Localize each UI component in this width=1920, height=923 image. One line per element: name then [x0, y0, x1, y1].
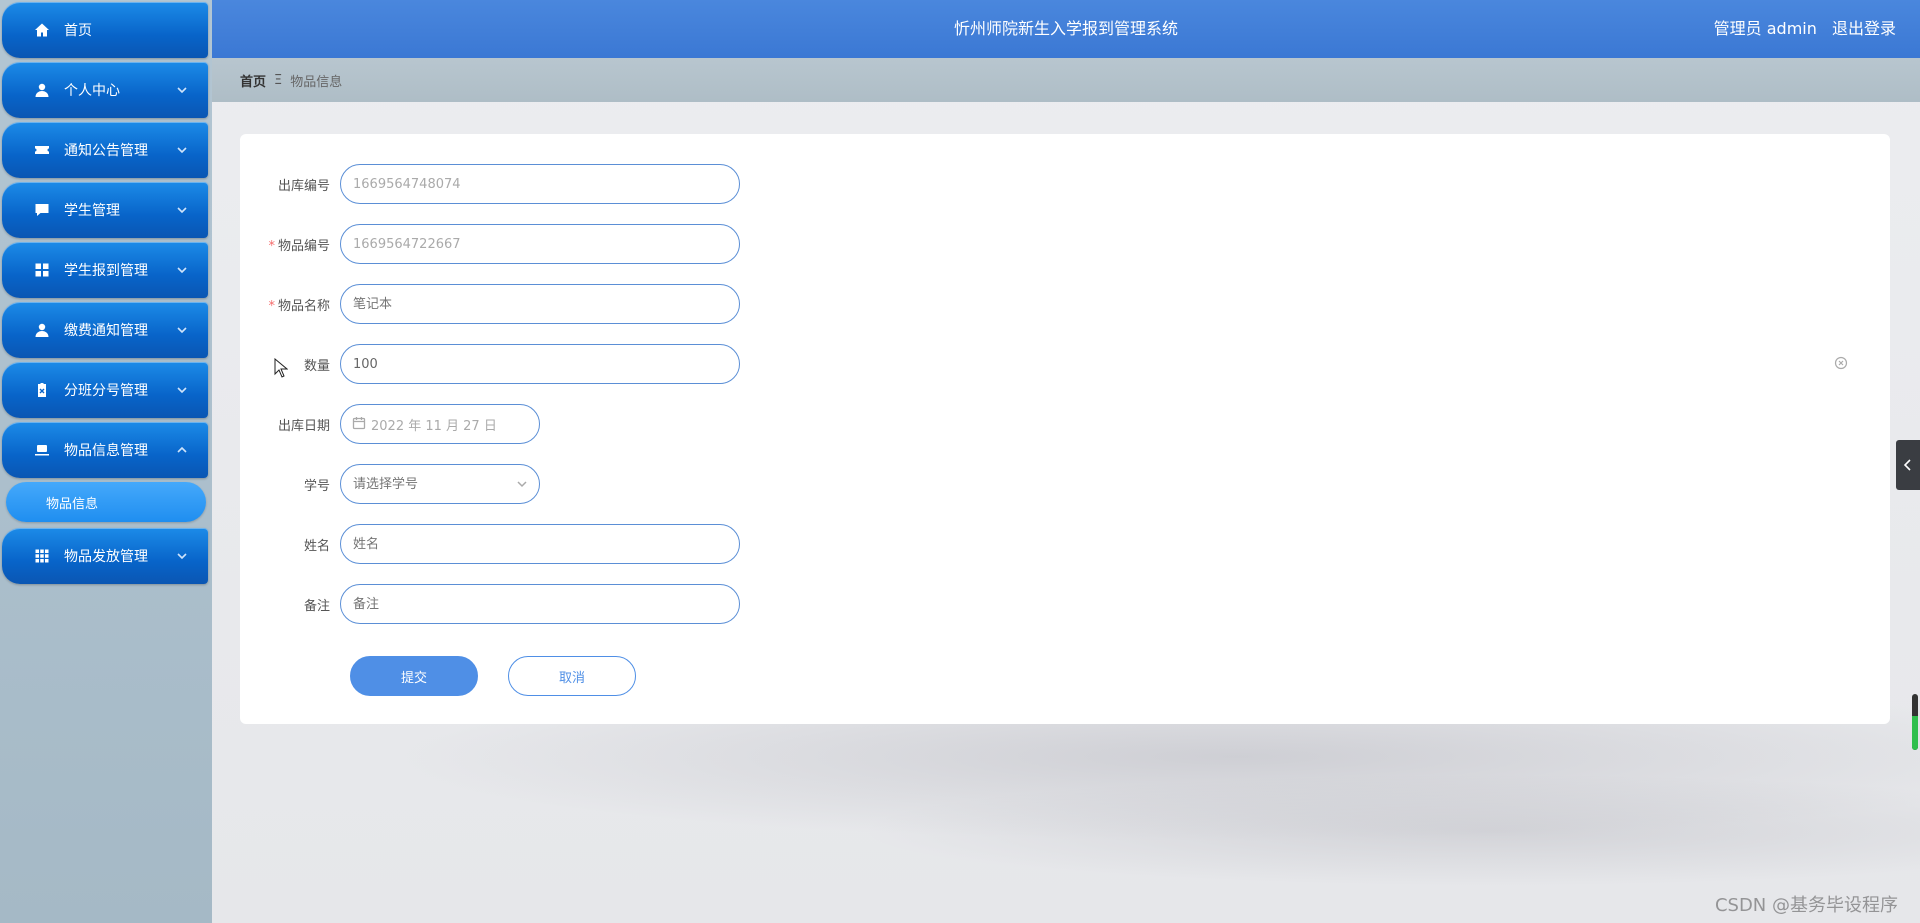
laptop-icon: [34, 442, 50, 458]
breadcrumb-home[interactable]: 首页: [240, 71, 266, 90]
sidebar-item-registration-management[interactable]: 学生报到管理: [2, 242, 208, 298]
calendar-icon: [352, 416, 366, 430]
breadcrumb-separator: Ξ: [274, 72, 283, 88]
date-picker[interactable]: [340, 404, 540, 444]
chevron-down-icon: [176, 204, 188, 216]
item-name-label: * 物品名称: [268, 298, 330, 314]
apps-icon: [34, 548, 50, 564]
sidebar-item-home[interactable]: 首页: [2, 2, 208, 58]
outbound-date-input[interactable]: [340, 404, 540, 444]
chat-icon: [34, 202, 50, 218]
sidebar-item-label: 缴费通知管理: [64, 323, 148, 339]
student-id-select[interactable]: [340, 464, 540, 504]
sidebar-item-notice-management[interactable]: 通知公告管理: [2, 122, 208, 178]
current-user: 管理员 admin: [1713, 19, 1817, 38]
logout-link[interactable]: 退出登录: [1832, 19, 1896, 38]
sidebar-item-label: 通知公告管理: [64, 143, 148, 159]
sidebar-item-label: 个人中心: [64, 83, 120, 99]
mouse-cursor-icon: [274, 358, 288, 378]
top-header: 忻州师院新生入学报到管理系统 管理员 admin 退出登录: [212, 0, 1920, 58]
cancel-button[interactable]: 取消: [508, 656, 636, 696]
form-row-outbound-no: 出库编号: [240, 164, 740, 204]
student-id-input[interactable]: [340, 464, 540, 504]
chevron-down-icon: [176, 324, 188, 336]
breadcrumb-current: 物品信息: [290, 74, 343, 90]
clear-icon[interactable]: [1834, 356, 1848, 370]
chevron-up-icon: [176, 444, 188, 456]
user-icon: [34, 82, 50, 98]
sidebar-item-payment-notice-management[interactable]: 缴费通知管理: [2, 302, 208, 358]
sidebar-item-label: 物品发放管理: [64, 549, 148, 565]
remark-label: 备注: [303, 598, 330, 614]
submenu-item-info[interactable]: 物品信息: [6, 482, 206, 522]
remark-input[interactable]: [340, 584, 740, 624]
sidebar-item-label: 首页: [64, 23, 92, 39]
sidebar-item-item-distribution-management[interactable]: 物品发放管理: [2, 528, 208, 584]
form-row-item-name: * 物品名称: [240, 284, 740, 324]
form-row-name: 姓名: [240, 524, 740, 564]
form-card: 出库编号 *物品编号 *物品名称 数量 出库日期 学号 姓名 备注 提: [240, 134, 1890, 724]
chevron-down-icon: [176, 384, 188, 396]
quantity-label: 数量: [303, 358, 330, 374]
item-no-input[interactable]: [340, 224, 740, 264]
outbound-no-input[interactable]: [340, 164, 740, 204]
sidebar-item-label: 分班分号管理: [64, 383, 148, 399]
breadcrumb: 首页 Ξ 物品信息: [212, 58, 1920, 102]
sidebar-item-student-management[interactable]: 学生管理: [2, 182, 208, 238]
scroll-indicator: [1912, 694, 1918, 750]
sidebar-item-label: 学生报到管理: [64, 263, 148, 279]
chevron-down-icon: [176, 84, 188, 96]
form-row-outbound-date: 出库日期: [240, 404, 540, 444]
chevron-down-icon: [176, 264, 188, 276]
side-panel-toggle[interactable]: [1896, 440, 1920, 490]
form-row-quantity: 数量: [240, 344, 740, 384]
sidebar-item-label: 学生管理: [64, 203, 120, 219]
required-mark: *: [268, 298, 275, 314]
sidebar-item-class-assignment-management[interactable]: 分班分号管理: [2, 362, 208, 418]
name-input[interactable]: [340, 524, 740, 564]
sidebar: 首页 个人中心 通知公告管理 学生管理 学生报到管理 缴费通知管理 分班分号管理…: [0, 0, 212, 923]
sidebar-item-item-info-management[interactable]: 物品信息管理: [2, 422, 208, 478]
name-label: 姓名: [303, 538, 330, 554]
clipboard-icon: [34, 382, 50, 398]
student-id-label: 学号: [303, 478, 330, 494]
form-row-item-no: * 物品编号: [240, 224, 740, 264]
watermark: CSDN @基务毕设程序: [1714, 895, 1898, 916]
submit-button[interactable]: 提交: [350, 656, 478, 696]
user-area: 管理员 admin 退出登录: [1704, 0, 1896, 58]
app-title: 忻州师院新生入学报到管理系统: [953, 19, 1178, 38]
form-row-remark: 备注: [240, 584, 740, 624]
chevron-down-icon: [176, 144, 188, 156]
user-icon: [34, 322, 50, 338]
quantity-input[interactable]: [340, 344, 740, 384]
item-name-input[interactable]: [340, 284, 740, 324]
sidebar-item-label: 物品信息管理: [64, 443, 148, 459]
required-mark: *: [268, 238, 275, 254]
chevron-down-icon: [516, 478, 528, 490]
submenu-item-label: 物品信息: [46, 496, 99, 512]
ticket-icon: [34, 142, 50, 158]
item-no-label: * 物品编号: [268, 238, 330, 254]
home-icon: [34, 22, 50, 38]
form-row-student-id: 学号: [240, 464, 540, 504]
outbound-date-label: 出库日期: [277, 418, 330, 434]
outbound-no-label: 出库编号: [277, 178, 330, 194]
sidebar-item-personal-center[interactable]: 个人中心: [2, 62, 208, 118]
grid-icon: [34, 262, 50, 278]
chevron-left-icon: [1903, 459, 1911, 471]
chevron-down-icon: [176, 550, 188, 562]
